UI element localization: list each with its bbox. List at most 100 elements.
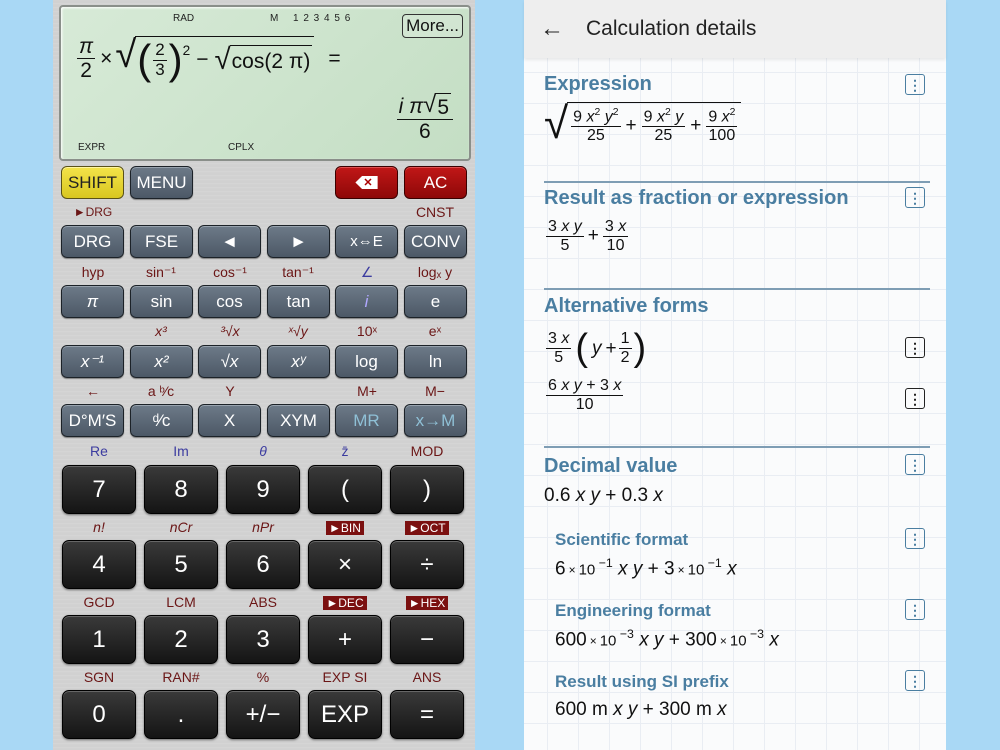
shift-label-ncr: nCr — [169, 519, 193, 535]
conv-button[interactable]: CONV — [404, 225, 467, 258]
shift-label-cbrt: ³√x — [220, 323, 240, 339]
digit-5-button[interactable]: 5 — [144, 540, 218, 589]
more-button[interactable]: More... — [402, 14, 463, 38]
dms-button[interactable]: D°M′S — [61, 404, 124, 437]
engineering-format-menu-icon[interactable]: ⋮ — [905, 599, 925, 620]
memory-indicator: M — [270, 13, 279, 24]
shift-label-random: RAN# — [162, 669, 200, 685]
digit-2-button[interactable]: 2 — [144, 615, 218, 664]
section-divider — [544, 181, 930, 183]
shift-label-sgn: SGN — [83, 669, 115, 685]
shift-label-hyp: hyp — [81, 264, 105, 280]
shift-label-npr: nPr — [252, 519, 274, 535]
shift-label-re: Re — [90, 443, 108, 459]
drg-button[interactable]: DRG — [61, 225, 124, 258]
input-expression: π2 × √ ( 23 ) 2 − √ cos(2 π) = — [75, 35, 341, 82]
section-divider — [544, 446, 930, 448]
digit-8-button[interactable]: 8 — [144, 465, 218, 514]
xym-button[interactable]: XYM — [267, 404, 330, 437]
open-paren-button[interactable]: ( — [308, 465, 382, 514]
cos-button[interactable]: cos — [198, 285, 261, 318]
shift-label-abs: ABS — [248, 594, 277, 610]
x-exchange-e-button[interactable]: x⇔E — [335, 225, 398, 258]
fse-button[interactable]: FSE — [130, 225, 193, 258]
cursor-left-button[interactable]: ◄ — [198, 225, 261, 258]
calculator-display: RAD M 1 2 3 4 5 6 EXPR CPLX More... π2 ×… — [59, 5, 471, 161]
menu-button[interactable]: MENU — [130, 166, 193, 199]
divide-button[interactable]: ÷ — [390, 540, 464, 589]
shift-label-to-oct: ►OCT — [390, 519, 464, 535]
equals-button[interactable]: = — [390, 690, 464, 739]
digit-4-button[interactable]: 4 — [62, 540, 136, 589]
scientific-format-menu-icon[interactable]: ⋮ — [905, 528, 925, 549]
shift-label-m-plus: M+ — [357, 383, 377, 399]
close-paren-button[interactable]: ) — [390, 465, 464, 514]
shift-label-acos: cos⁻¹ — [213, 264, 247, 280]
backspace-button[interactable]: ✕ — [335, 166, 398, 199]
digit-0-button[interactable]: 0 — [62, 690, 136, 739]
shift-label-to-dec: ►DEC — [308, 594, 382, 610]
backspace-icon: ✕ — [355, 176, 378, 189]
pi-button[interactable]: π — [61, 285, 124, 318]
store-memory-button[interactable]: x→M — [404, 404, 467, 437]
shift-label-y: Y — [225, 383, 235, 399]
two-thirds: 23 — [153, 39, 167, 79]
section-title-decimal-value: Decimal value — [544, 455, 678, 477]
digit-3-button[interactable]: 3 — [226, 615, 300, 664]
shift-button[interactable]: SHIFT — [61, 166, 124, 199]
x-variable-button[interactable]: X — [198, 404, 261, 437]
shift-label-logxy: logₓ y — [417, 264, 453, 280]
back-arrow-icon[interactable]: ← — [540, 15, 570, 43]
memory-recall-button[interactable]: MR — [335, 404, 398, 437]
all-clear-button[interactable]: AC — [404, 166, 467, 199]
exponent: 2 — [182, 43, 191, 59]
times-sign: × — [100, 46, 113, 70]
shift-label-mixed-fraction: a ᵇ⁄c — [147, 383, 175, 399]
scientific-format-value: 6 × 10 −1 x y + 3 × 10 −1 x — [555, 556, 737, 580]
reciprocal-button[interactable]: x⁻¹ — [61, 345, 124, 378]
shift-label-exp-power: eˣ — [428, 323, 442, 339]
tan-button[interactable]: tan — [267, 285, 330, 318]
complex-mode-indicator: CPLX — [228, 142, 255, 153]
alternative-form-1-menu-icon[interactable]: ⋮ — [905, 337, 925, 358]
cursor-right-button[interactable]: ► — [267, 225, 330, 258]
log-button[interactable]: log — [335, 345, 398, 378]
e-button[interactable]: e — [404, 285, 467, 318]
imaginary-i-button[interactable]: i — [335, 285, 398, 318]
square-button[interactable]: x² — [130, 345, 193, 378]
alternative-form-2: 6 x y + 3 x 10 — [546, 377, 624, 413]
negate-button[interactable]: +/− — [226, 690, 300, 739]
digit-6-button[interactable]: 6 — [226, 540, 300, 589]
multiply-button[interactable]: × — [308, 540, 382, 589]
fraction-d-c-button[interactable]: ᵈ⁄c — [130, 404, 193, 437]
exp-button[interactable]: EXP — [308, 690, 382, 739]
result-fraction-menu-icon[interactable]: ⋮ — [905, 187, 925, 208]
sin-button[interactable]: sin — [130, 285, 193, 318]
shift-label-asin: sin⁻¹ — [146, 264, 176, 280]
page-title: Calculation details — [586, 17, 757, 40]
expression-menu-icon[interactable]: ⋮ — [905, 74, 925, 95]
decimal-value-menu-icon[interactable]: ⋮ — [905, 454, 925, 475]
shift-label-gcd: GCD — [83, 594, 115, 610]
si-prefix-value: 600 m x y + 300 m x — [555, 699, 727, 720]
digit-9-button[interactable]: 9 — [226, 465, 300, 514]
digit-7-button[interactable]: 7 — [62, 465, 136, 514]
sqrt-button[interactable]: √x — [198, 345, 261, 378]
plus-button[interactable]: + — [308, 615, 382, 664]
digit-1-button[interactable]: 1 — [62, 615, 136, 664]
decimal-value: 0.6 x y + 0.3 x — [544, 485, 663, 506]
section-title-alternative-forms: Alternative forms — [544, 295, 709, 317]
shift-label-theta: θ — [259, 443, 267, 459]
power-button[interactable]: xʸ — [267, 345, 330, 378]
app-bar: ← Calculation details — [524, 0, 946, 58]
expression-value: √ 9 x2 y2 25 + 9 x2 y 25 + 9 x2 100 — [544, 102, 742, 146]
shift-label-back-arrow: ← — [86, 383, 100, 399]
result-expression: i π √ 5 6 — [395, 92, 455, 143]
minus-button[interactable]: − — [390, 615, 464, 664]
alternative-form-2-menu-icon[interactable]: ⋮ — [905, 388, 925, 409]
shift-label-angle: ∠ — [360, 264, 374, 280]
si-prefix-menu-icon[interactable]: ⋮ — [905, 670, 925, 691]
decimal-point-button[interactable]: . — [144, 690, 218, 739]
ln-button[interactable]: ln — [404, 345, 467, 378]
shift-label-percent: % — [256, 669, 270, 685]
